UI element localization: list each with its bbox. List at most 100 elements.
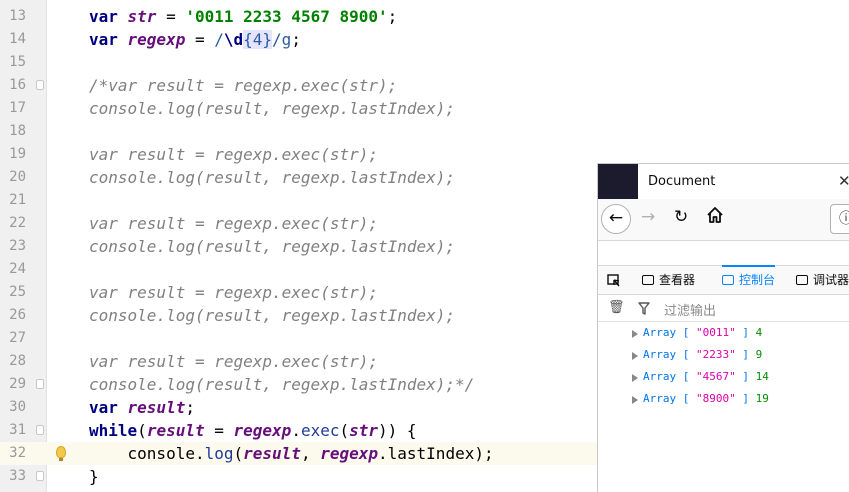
code-line[interactable]: 14 var regexp = /\d{4}/g; — [0, 28, 849, 51]
code-text: var result; — [89, 396, 195, 419]
code-token: result — [146, 421, 205, 440]
code-token: while — [89, 421, 138, 440]
line-number: 15 — [9, 54, 26, 70]
line-number: 16 — [9, 77, 26, 93]
code-token: )) { — [378, 421, 417, 440]
fold-marker-icon[interactable] — [36, 425, 44, 435]
array-string-value: "4567" — [696, 370, 736, 383]
code-line[interactable]: 18 — [0, 120, 849, 143]
code-token: log — [204, 444, 234, 463]
bracket-open: [ — [676, 326, 696, 339]
code-text: console.log(result, regexp.lastIndex); — [89, 304, 455, 327]
reload-button[interactable]: ↻ — [674, 207, 688, 227]
code-token: = — [156, 7, 186, 26]
code-line[interactable]: 13 var str = '0011 2233 4567 8900'; — [0, 5, 849, 28]
code-line[interactable]: 16 /*var result = regexp.exec(str); — [0, 74, 849, 97]
close-icon[interactable]: ✕ — [838, 172, 849, 190]
pick-element-icon[interactable] — [607, 274, 621, 288]
code-token: } — [89, 467, 99, 486]
code-token: ( — [137, 421, 147, 440]
code-token: regexp — [127, 30, 186, 49]
array-label: Array — [643, 326, 677, 339]
expand-triangle-icon[interactable] — [632, 374, 638, 382]
back-arrow-icon: ← — [608, 208, 624, 228]
console-log-row[interactable]: Array [ "2233" ] 9 — [598, 344, 849, 366]
console-log-row[interactable]: Array [ "8900" ] 19 — [598, 388, 849, 410]
expand-triangle-icon[interactable] — [632, 330, 638, 338]
line-number: 14 — [9, 31, 26, 47]
line-number: 22 — [9, 215, 26, 231]
expand-triangle-icon[interactable] — [632, 352, 638, 360]
code-token: console.log(result, regexp.lastIndex); — [89, 306, 456, 325]
code-token: var result = regexp.exec(str); — [89, 283, 378, 302]
debugger-icon — [796, 275, 808, 285]
array-string-value: "2233" — [696, 348, 736, 361]
code-text: console.log(result, regexp.lastIndex); — [89, 97, 455, 120]
code-line[interactable]: 15 — [0, 51, 849, 74]
code-token: var — [89, 398, 128, 417]
code-token: {4} — [243, 30, 273, 49]
array-label: Array — [643, 348, 677, 361]
line-number: 32 — [9, 445, 26, 461]
code-token: str — [127, 7, 157, 26]
line-number: 31 — [9, 422, 26, 438]
info-icon: ⓘ — [839, 211, 849, 227]
code-text: while(result = regexp.exec(str)) { — [89, 419, 417, 442]
console-filter-bar: 🗑 过滤输出 — [598, 295, 849, 322]
forward-button[interactable]: → — [641, 207, 655, 227]
back-button[interactable]: ← — [601, 204, 631, 234]
array-label: Array — [643, 370, 677, 383]
filter-icon[interactable] — [638, 302, 650, 315]
devtools-toolbar: 查看器 控制台 调试器 — [598, 265, 849, 295]
bracket-open: [ — [676, 370, 696, 383]
code-token: '0011 2233 4567 8900' — [185, 7, 388, 26]
code-token: /g — [272, 30, 292, 49]
clear-console-icon[interactable]: 🗑 — [608, 300, 625, 315]
line-number: 29 — [9, 376, 26, 392]
bracket-open: [ — [676, 348, 696, 361]
bracket-close: ] — [735, 326, 756, 339]
expand-triangle-icon[interactable] — [632, 396, 638, 404]
inspector-icon — [642, 275, 654, 285]
code-token: = — [185, 30, 215, 49]
line-number: 21 — [9, 192, 26, 208]
console-message: Array [ "8900" ] 19 — [643, 388, 769, 410]
code-text: var result = regexp.exec(str); — [89, 212, 378, 235]
line-number: 33 — [9, 468, 26, 484]
code-line[interactable]: 17 console.log(result, regexp.lastIndex); — [0, 97, 849, 120]
line-number: 25 — [9, 284, 26, 300]
fold-marker-icon[interactable] — [36, 379, 44, 389]
code-text: } — [89, 465, 99, 488]
console-icon — [722, 275, 734, 285]
code-token: , — [300, 444, 321, 463]
tab-title[interactable]: Document — [648, 174, 715, 189]
code-token: . — [378, 444, 388, 463]
line-number: 18 — [9, 123, 26, 139]
code-text: console.log(result, regexp.lastIndex); — [89, 442, 494, 465]
code-token: var result = regexp.exec(str); — [89, 145, 378, 164]
console-message: Array [ "2233" ] 9 — [643, 344, 762, 366]
last-index-value: 9 — [755, 348, 763, 361]
tab-label: 控制台 — [739, 273, 776, 287]
tab-console[interactable]: 控制台 — [722, 265, 776, 294]
lightbulb-icon[interactable] — [56, 446, 66, 461]
fold-marker-icon[interactable] — [36, 80, 44, 90]
code-token: console.log(result, regexp.lastIndex); — [89, 237, 456, 256]
code-token: / — [214, 30, 224, 49]
url-bar[interactable]: ⓘ — [830, 204, 849, 234]
filter-output-input[interactable]: 过滤输出 — [664, 300, 716, 319]
fold-marker-icon[interactable] — [36, 471, 44, 481]
code-token: . — [291, 421, 301, 440]
code-token: var — [89, 30, 128, 49]
console-log-row[interactable]: Array [ "0011" ] 4 — [598, 322, 849, 344]
tab-debugger[interactable]: 调试器 — [796, 266, 849, 295]
page-content — [598, 241, 849, 265]
console-log-row[interactable]: Array [ "4567" ] 14 — [598, 366, 849, 388]
home-icon[interactable] — [706, 206, 724, 224]
tab-label: 调试器 — [813, 273, 849, 287]
line-number: 19 — [9, 146, 26, 162]
code-token: var result = regexp.exec(str); — [89, 352, 378, 371]
navigation-bar: ← → ↻ ⓘ — [598, 199, 849, 241]
tab-inspector[interactable]: 查看器 — [642, 266, 695, 295]
tab-favicon-area — [598, 164, 638, 199]
